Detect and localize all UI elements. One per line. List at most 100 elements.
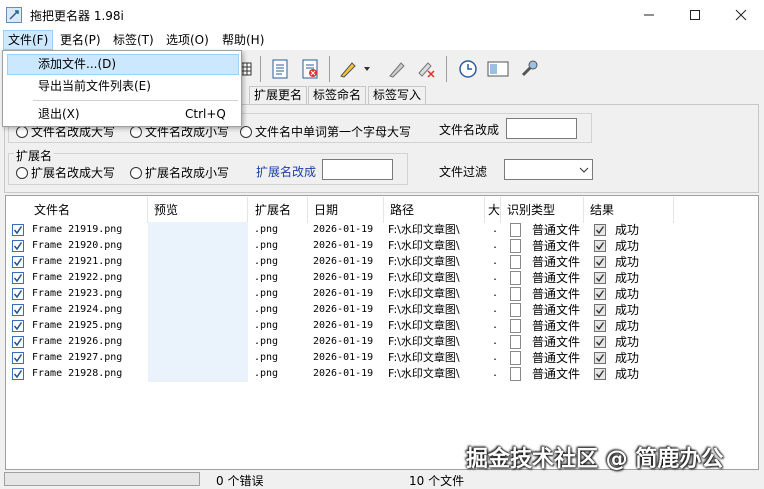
row-checkbox[interactable]	[12, 272, 24, 284]
cell-type: 普通文件	[532, 335, 581, 349]
cell-size: .	[492, 352, 499, 363]
tag-delete-icon[interactable]	[413, 55, 439, 83]
table-row[interactable]: Frame 21919.png .png 2026-01-19 F:\水印文章图\. 普…	[6, 222, 674, 238]
rename-pencil-icon[interactable]	[335, 55, 361, 83]
maximize-icon[interactable]	[672, 0, 718, 30]
ext-change-input[interactable]	[322, 159, 393, 180]
filename-capitalize-option[interactable]: 文件名中单词第一个字母大写	[240, 123, 411, 140]
row-checkbox[interactable]	[12, 336, 24, 348]
cell-preview	[148, 334, 248, 350]
tab-extension-rename[interactable]: 扩展更名	[249, 86, 308, 104]
preview-panel-icon[interactable]	[485, 55, 511, 83]
cell-result: 成功	[615, 351, 640, 365]
cell-extension: .png	[254, 288, 279, 299]
tab-tag-naming[interactable]: 标签命名	[308, 86, 367, 104]
radio-button[interactable]	[16, 166, 28, 179]
ext-upper-option[interactable]: 扩展名改成大写	[16, 164, 115, 181]
chevron-down-icon[interactable]	[360, 55, 374, 83]
cell-filename: Frame 21922.png	[32, 272, 123, 283]
table-row[interactable]: Frame 21928.png .png 2026-01-19 F:\水印文章图\. 普…	[6, 366, 674, 382]
row-checkbox[interactable]	[12, 288, 24, 300]
menu-item-exit[interactable]: 退出(X) Ctrl+Q	[7, 104, 239, 125]
menu-tags[interactable]: 标签(T)	[109, 30, 158, 50]
cell-type: 普通文件	[532, 223, 581, 237]
document-icon[interactable]	[267, 55, 293, 83]
cell-date: 2026-01-19	[313, 352, 374, 363]
delete-document-icon[interactable]	[297, 55, 323, 83]
row-checkbox[interactable]	[12, 320, 24, 332]
column-header-type[interactable]: 识别类型	[501, 197, 584, 223]
cell-extension: .png	[254, 320, 279, 331]
close-icon[interactable]	[718, 0, 764, 30]
clock-icon[interactable]	[455, 55, 481, 83]
cell-date: 2026-01-19	[313, 288, 374, 299]
result-check-icon	[594, 304, 606, 316]
cell-result: 成功	[615, 367, 640, 381]
menu-item-add-files[interactable]: 添加文件...(D)	[7, 54, 239, 75]
exit-shortcut: Ctrl+Q	[185, 107, 226, 121]
ext-lower-option[interactable]: 扩展名改成小写	[130, 164, 229, 181]
column-header-date[interactable]: 日期	[308, 197, 384, 223]
column-header-filename[interactable]: 文件名	[28, 197, 148, 223]
cell-date: 2026-01-19	[313, 224, 374, 235]
menu-rename[interactable]: 更名(P)	[56, 30, 105, 50]
table-row[interactable]: Frame 21922.png .png 2026-01-19 F:\水印文章图\. 普…	[6, 270, 674, 286]
chevron-down-icon	[579, 167, 589, 173]
cell-extension: .png	[254, 224, 279, 235]
table-row[interactable]: Frame 21924.png .png 2026-01-19 F:\水印文章图\. 普…	[6, 302, 674, 318]
column-header-path[interactable]: 路径	[384, 197, 485, 223]
cell-size: .	[492, 256, 499, 267]
menu-file[interactable]: 文件(F)	[3, 30, 54, 50]
minimize-icon[interactable]	[626, 0, 672, 30]
radio-button[interactable]	[130, 125, 142, 138]
table-row[interactable]: Frame 21927.png .png 2026-01-19 F:\水印文章图\. 普…	[6, 350, 674, 366]
result-check-icon	[594, 240, 606, 252]
row-checkbox[interactable]	[12, 224, 24, 236]
file-filter-select[interactable]	[504, 159, 593, 180]
file-icon	[510, 239, 521, 253]
cell-path: F:\水印文章图\	[388, 223, 460, 236]
cell-filename: Frame 21927.png	[32, 352, 123, 363]
cell-result: 成功	[615, 303, 640, 317]
row-checkbox[interactable]	[12, 368, 24, 380]
column-header-result[interactable]: 结果	[584, 197, 674, 223]
cell-filename: Frame 21925.png	[32, 320, 123, 331]
cell-extension: .png	[254, 304, 279, 315]
cell-preview	[148, 286, 248, 302]
cell-preview	[148, 318, 248, 334]
menu-options[interactable]: 选项(O)	[162, 30, 213, 50]
cell-type: 普通文件	[532, 367, 581, 381]
radio-button[interactable]	[130, 166, 142, 179]
radio-button[interactable]	[240, 125, 252, 138]
ext-change-label: 扩展名改成	[256, 165, 317, 179]
row-checkbox[interactable]	[12, 240, 24, 252]
table-row[interactable]: Frame 21925.png .png 2026-01-19 F:\水印文章图\. 普…	[6, 318, 674, 334]
filename-change-input[interactable]	[506, 118, 577, 139]
radio-button[interactable]	[16, 125, 28, 138]
column-header-extension[interactable]: 扩展名	[249, 197, 308, 223]
menu-item-export-list[interactable]: 导出当前文件列表(E)	[7, 76, 239, 97]
menu-help[interactable]: 帮助(H)	[218, 30, 268, 50]
row-checkbox[interactable]	[12, 352, 24, 364]
cell-preview	[148, 270, 248, 286]
row-checkbox[interactable]	[12, 256, 24, 268]
extension-group-label: 扩展名	[14, 147, 55, 164]
settings-tool-icon[interactable]	[516, 55, 542, 83]
result-check-icon	[594, 256, 606, 268]
cell-size: .	[492, 272, 499, 283]
row-checkbox[interactable]	[12, 304, 24, 316]
tag-edit-icon[interactable]	[384, 55, 410, 83]
cell-preview	[148, 254, 248, 270]
table-row[interactable]: Frame 21921.png .png 2026-01-19 F:\水印文章图\. 普…	[6, 254, 674, 270]
file-icon	[510, 303, 521, 317]
table-row[interactable]: Frame 21920.png .png 2026-01-19 F:\水印文章图\. 普…	[6, 238, 674, 254]
cell-size: .	[492, 336, 499, 347]
table-row[interactable]: Frame 21926.png .png 2026-01-19 F:\水印文章图\. 普…	[6, 334, 674, 350]
table-row[interactable]: Frame 21923.png .png 2026-01-19 F:\水印文章图\. 普…	[6, 286, 674, 302]
tab-tag-write[interactable]: 标签写入	[368, 86, 427, 104]
column-header-preview[interactable]: 预览	[148, 197, 248, 223]
progress-bar	[4, 472, 200, 486]
column-header-size[interactable]: 大	[485, 197, 501, 223]
result-check-icon	[594, 368, 606, 380]
watermark: 掘金技术社区 @ 简鹿办公	[466, 447, 724, 472]
